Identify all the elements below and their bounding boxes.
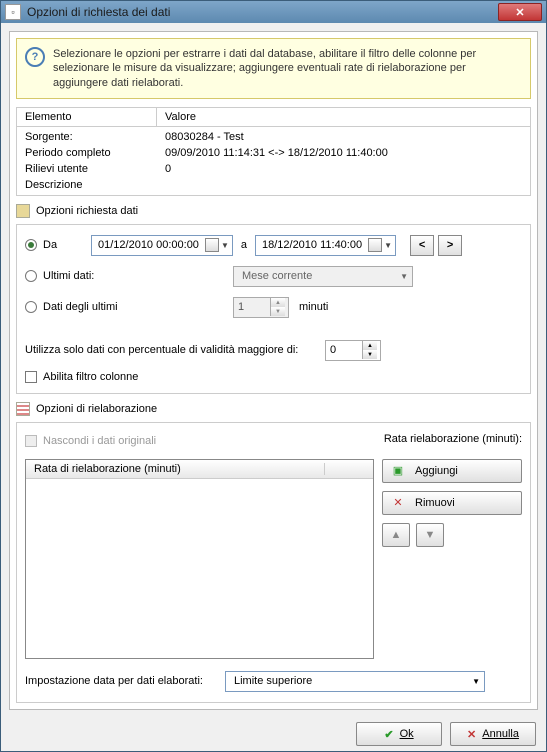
section-body: Nascondi i dati originali Rata rielabora… (16, 422, 531, 703)
main-panel: ? Selezionare le opzioni per estrarre i … (9, 31, 538, 710)
spin-down-icon[interactable]: ▼ (271, 307, 285, 316)
row-date-range: Da 01/12/2010 00:00:00 ▼ a 18/12/2010 11… (25, 235, 522, 256)
label-ultimi: Ultimi dati: (43, 270, 233, 282)
add-button[interactable]: ▣ Aggiungi (382, 459, 522, 483)
section-header: Opzioni di rielaborazione (16, 402, 531, 416)
form-icon (16, 204, 30, 218)
next-button[interactable]: > (438, 235, 462, 256)
row-validity: Utilizza solo dati con percentuale di va… (25, 340, 522, 361)
summary-row: Descrizione (17, 177, 530, 193)
radio-ultimi-n[interactable] (25, 301, 37, 313)
question-icon: ? (25, 47, 45, 67)
radio-da[interactable] (25, 239, 37, 251)
label-unit: minuti (299, 301, 328, 313)
datepicker-from[interactable]: 01/12/2010 00:00:00 ▼ (91, 235, 233, 256)
remove-icon: ✕ (391, 496, 405, 509)
date-from-value: 01/12/2010 00:00:00 (98, 239, 199, 251)
cross-icon: ✕ (467, 728, 476, 741)
row-date-setting: Impostazione data per dati elaborati: Li… (25, 671, 522, 692)
label-da: Da (43, 239, 91, 251)
combo-value: Limite superiore (234, 675, 312, 687)
label-filter: Abilita filtro colonne (43, 371, 138, 383)
spin-down-icon[interactable]: ▼ (363, 350, 377, 359)
summary-table: Elemento Valore Sorgente:08030284 - Test… (16, 107, 531, 196)
combo-value: Mese corrente (242, 270, 312, 282)
chevron-down-icon: ▼ (400, 272, 408, 281)
grid-icon (16, 402, 30, 416)
info-text: Selezionare le opzioni per estrarre i da… (53, 47, 522, 90)
chevron-down-icon: ▼ (472, 677, 480, 686)
check-icon: ✔ (384, 728, 393, 741)
reproc-area: Rata di rielaborazione (minuti) ▣ Aggiun… (25, 459, 522, 659)
spin-up-icon[interactable]: ▲ (363, 341, 377, 350)
dialog-window: ▫ Opzioni di richiesta dei dati ✕ ? Sele… (0, 0, 547, 752)
side-buttons: ▣ Aggiungi ✕ Rimuovi ▲ ▼ (382, 459, 522, 659)
prev-button[interactable]: < (410, 235, 434, 256)
col-value: Valore (157, 108, 204, 126)
close-button[interactable]: ✕ (498, 3, 542, 21)
summary-body: Sorgente:08030284 - Test Periodo complet… (17, 127, 530, 195)
label-ultimi-n: Dati degli ultimi (43, 301, 233, 313)
move-up-button[interactable]: ▲ (382, 523, 410, 547)
summary-row: Sorgente:08030284 - Test (17, 129, 530, 145)
row-filter: Abilita filtro colonne (25, 371, 522, 383)
checkbox-filter[interactable] (25, 371, 37, 383)
label-rate: Rata rielaborazione (minuti): (384, 433, 522, 445)
summary-row: Periodo completo09/09/2010 11:14:31 <-> … (17, 145, 530, 161)
table-header: Rata di rielaborazione (minuti) (26, 460, 373, 479)
label-validity: Utilizza solo dati con percentuale di va… (25, 344, 325, 356)
row-hide-original: Nascondi i dati originali Rata rielabora… (25, 433, 522, 449)
rate-table[interactable]: Rata di rielaborazione (minuti) (25, 459, 374, 659)
spinner-input[interactable] (326, 344, 362, 356)
col-rate: Rata di rielaborazione (minuti) (34, 463, 325, 475)
label-a: a (241, 239, 247, 251)
chevron-down-icon[interactable]: ▼ (221, 241, 229, 250)
spin-up-icon[interactable]: ▲ (271, 298, 285, 307)
row-last-n: Dati degli ultimi ▲▼ minuti (25, 297, 522, 318)
remove-button[interactable]: ✕ Rimuovi (382, 491, 522, 515)
section-title: Opzioni richiesta dati (36, 205, 138, 217)
section-title: Opzioni di rielaborazione (36, 403, 157, 415)
label-hide: Nascondi i dati originali (43, 435, 384, 447)
col-element: Elemento (17, 108, 157, 126)
spinner-input[interactable] (234, 301, 270, 313)
move-down-button[interactable]: ▼ (416, 523, 444, 547)
radio-ultimi[interactable] (25, 270, 37, 282)
calendar-icon[interactable] (368, 238, 382, 252)
add-icon: ▣ (391, 464, 405, 477)
content-area: ? Selezionare le opzioni per estrarre i … (1, 23, 546, 718)
titlebar: ▫ Opzioni di richiesta dei dati ✕ (1, 1, 546, 23)
summary-header: Elemento Valore (17, 108, 530, 127)
remove-label: Rimuovi (415, 497, 455, 509)
section-reprocessing: Opzioni di rielaborazione Nascondi i dat… (16, 402, 531, 703)
datepicker-to[interactable]: 18/12/2010 11:40:00 ▼ (255, 235, 396, 256)
calendar-icon[interactable] (205, 238, 219, 252)
chevron-down-icon[interactable]: ▼ (384, 241, 392, 250)
date-to-value: 18/12/2010 11:40:00 (262, 239, 362, 251)
section-header: Opzioni richiesta dati (16, 204, 531, 218)
combo-date-setting[interactable]: Limite superiore ▼ (225, 671, 485, 692)
checkbox-hide (25, 435, 37, 447)
app-icon: ▫ (5, 4, 21, 20)
row-last-data: Ultimi dati: Mese corrente ▼ (25, 266, 522, 287)
add-label: Aggiungi (415, 465, 458, 477)
cancel-button[interactable]: ✕ Annulla (450, 722, 536, 746)
summary-row: Rilievi utente0 (17, 161, 530, 177)
label-date-setting: Impostazione data per dati elaborati: (25, 675, 225, 687)
updown-row: ▲ ▼ (382, 523, 522, 547)
button-bar: ✔ Ok ✕ Annulla (1, 718, 546, 751)
combo-period[interactable]: Mese corrente ▼ (233, 266, 413, 287)
section-request-options: Opzioni richiesta dati Da 01/12/2010 00:… (16, 204, 531, 394)
ok-button[interactable]: ✔ Ok (356, 722, 442, 746)
section-body: Da 01/12/2010 00:00:00 ▼ a 18/12/2010 11… (16, 224, 531, 394)
spinner-minutes[interactable]: ▲▼ (233, 297, 289, 318)
info-banner: ? Selezionare le opzioni per estrarre i … (16, 38, 531, 99)
window-title: Opzioni di richiesta dei dati (27, 5, 498, 19)
spinner-validity[interactable]: ▲▼ (325, 340, 381, 361)
